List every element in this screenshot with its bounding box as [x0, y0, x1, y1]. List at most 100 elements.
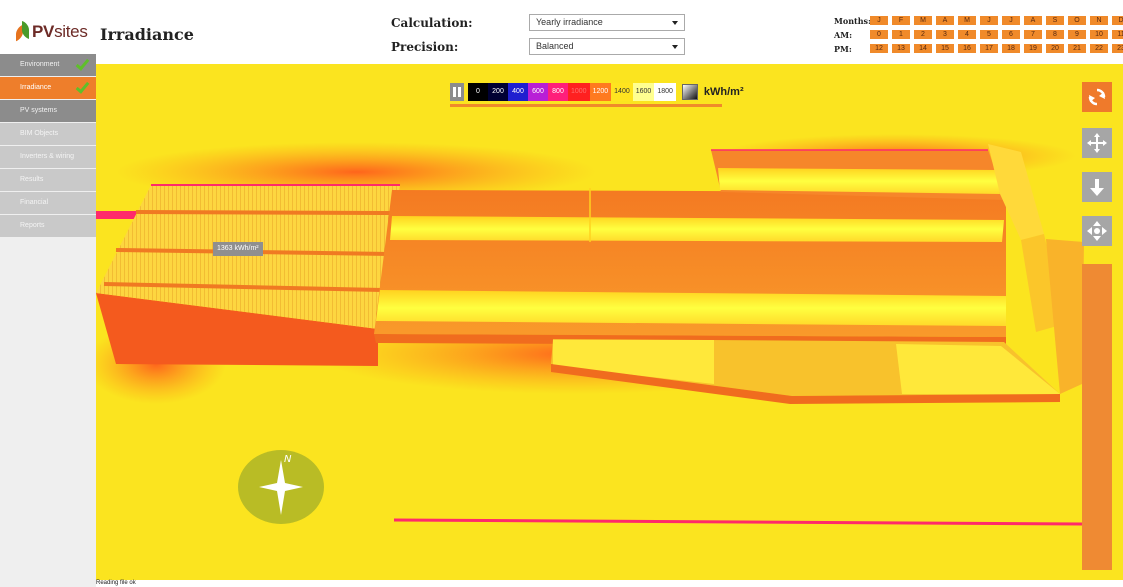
month-button[interactable]: M — [914, 16, 932, 25]
month-button[interactable]: A — [1024, 16, 1042, 25]
calculation-select[interactable]: Yearly irradiance — [529, 14, 685, 31]
pm-hour-button[interactable]: 19 — [1024, 44, 1042, 53]
calculation-value: Yearly irradiance — [536, 17, 603, 27]
sidebar-item-label: Inverters & wiring — [20, 153, 75, 160]
pm-hour-button[interactable]: 15 — [936, 44, 954, 53]
month-button[interactable]: O — [1068, 16, 1086, 25]
month-button[interactable]: N — [1090, 16, 1108, 25]
compass-north-label: N — [284, 454, 292, 465]
checkmark-icon — [75, 56, 90, 71]
pm-hour-button[interactable]: 21 — [1068, 44, 1086, 53]
sidebar-item-inverters-wiring[interactable]: Inverters & wiring — [0, 146, 96, 168]
brand-prefix: PV — [32, 22, 55, 41]
ground-edge-line — [393, 518, 1083, 526]
pm-hour-button[interactable]: 18 — [1002, 44, 1020, 53]
pm-hour-button[interactable]: 16 — [958, 44, 976, 53]
header: PVsites Irradiance Calculation: Yearly i… — [0, 0, 1123, 64]
pm-hour-button[interactable]: 12 — [870, 44, 888, 53]
sidebar-item-label: BIM Objects — [20, 130, 59, 137]
months-label: Months: — [834, 16, 871, 26]
sidebar-item-label: Financial — [20, 199, 49, 206]
am-hour-button[interactable]: 6 — [1002, 30, 1020, 39]
month-button[interactable]: D — [1112, 16, 1123, 25]
sidebar-item-pv-systems[interactable]: PV systems — [0, 100, 96, 122]
move-icon — [1087, 133, 1107, 153]
month-button[interactable]: M — [958, 16, 976, 25]
month-button[interactable]: S — [1046, 16, 1064, 25]
pm-hour-button[interactable]: 23 — [1112, 44, 1123, 53]
am-hour-button[interactable]: 11 — [1112, 30, 1123, 39]
page-title: Irradiance — [100, 25, 194, 44]
precision-value: Balanced — [536, 41, 574, 51]
am-hour-button[interactable]: 2 — [914, 30, 932, 39]
brand-suffix: sites — [54, 22, 88, 41]
legend-step: 0 — [468, 83, 488, 101]
chevron-down-icon — [672, 45, 678, 49]
am-hour-button[interactable]: 0 — [870, 30, 888, 39]
legend-step: 1000 — [568, 83, 590, 101]
legend-steps: 0 200 400 600 800 1000 1200 1400 1600 1800 — [468, 83, 676, 101]
am-hour-button[interactable]: 1 — [892, 30, 910, 39]
chevron-down-icon — [672, 21, 678, 25]
legend-step: 200 — [488, 83, 508, 101]
am-hour-button[interactable]: 8 — [1046, 30, 1064, 39]
month-button[interactable]: J — [1002, 16, 1020, 25]
fit-view-button[interactable] — [1082, 216, 1112, 246]
pm-hour-button[interactable]: 20 — [1046, 44, 1064, 53]
pm-hour-button[interactable]: 13 — [892, 44, 910, 53]
am-hour-button[interactable]: 10 — [1090, 30, 1108, 39]
am-hour-button[interactable]: 3 — [936, 30, 954, 39]
calculation-label: Calculation: — [391, 16, 473, 30]
sidebar-item-label: Results — [20, 176, 44, 183]
months-row: JFMAMJJASOND — [870, 16, 1123, 25]
refresh-button[interactable] — [1082, 82, 1112, 112]
am-hour-button[interactable]: 7 — [1024, 30, 1042, 39]
month-button[interactable]: J — [980, 16, 998, 25]
month-button[interactable]: F — [892, 16, 910, 25]
am-hours-row: 0 1 2 3 4 5 6 7 8 9 10 11 — [870, 30, 1123, 39]
pvsites-app: PVsites Irradiance Calculation: Yearly i… — [0, 0, 1123, 587]
panel-row-line — [135, 210, 396, 215]
irradiance-3d-viewport[interactable]: N 0 200 400 600 800 1000 1200 1400 1600 1800 kWh/… — [96, 64, 1123, 580]
irradiance-scene[interactable]: N — [96, 64, 1123, 580]
compass[interactable]: N — [238, 450, 324, 524]
sidebar-item-irradiance[interactable]: Irradiance — [0, 77, 96, 99]
precision-select[interactable]: Balanced — [529, 38, 685, 55]
lower-building-band — [896, 344, 1060, 394]
pm-label: PM: — [834, 44, 852, 54]
roof-band-yellow — [376, 290, 1006, 326]
roof-band-yellow — [390, 216, 1004, 242]
pm-hour-button[interactable]: 17 — [980, 44, 998, 53]
sidebar-item-label: Reports — [20, 222, 45, 229]
pm-hours-row: 12 13 14 15 16 17 18 19 20 21 22 23 — [870, 44, 1123, 53]
ground-stripe — [96, 211, 136, 219]
refresh-icon — [1088, 88, 1106, 106]
am-hour-button[interactable]: 5 — [980, 30, 998, 39]
color-scale-icon[interactable] — [681, 84, 698, 100]
month-button[interactable]: J — [870, 16, 888, 25]
roof-band-yellow — [718, 168, 1000, 194]
irradiance-tooltip: 1363 kWh/m² — [213, 242, 263, 256]
sidebar-item-financial[interactable]: Financial — [0, 192, 96, 214]
month-button[interactable]: A — [936, 16, 954, 25]
sidebar-item-label: Irradiance — [20, 84, 52, 91]
am-hour-button[interactable]: 9 — [1068, 30, 1086, 39]
sidebar-item-bim-objects[interactable]: BIM Objects — [0, 123, 96, 145]
pvsites-logo: PVsites — [16, 21, 88, 42]
checkmark-icon — [75, 79, 90, 94]
sidebar-item-environment[interactable]: Environment — [0, 54, 96, 76]
move-down-button[interactable] — [1082, 172, 1112, 202]
sidebar: Environment Irradiance PV systems BIM Objec… — [0, 54, 96, 587]
move-button[interactable] — [1082, 128, 1112, 158]
sidebar-item-results[interactable]: Results — [0, 169, 96, 191]
pm-hour-button[interactable]: 22 — [1090, 44, 1108, 53]
precision-label: Precision: — [391, 40, 459, 54]
zoom-slider[interactable] — [1082, 264, 1112, 570]
legend-step: 600 — [528, 83, 548, 101]
pause-icon[interactable] — [450, 83, 464, 101]
legend-step: 1400 — [611, 83, 633, 101]
pm-hour-button[interactable]: 14 — [914, 44, 932, 53]
am-hour-button[interactable]: 4 — [958, 30, 976, 39]
sidebar-item-reports[interactable]: Reports — [0, 215, 96, 237]
legend-step: 800 — [548, 83, 568, 101]
